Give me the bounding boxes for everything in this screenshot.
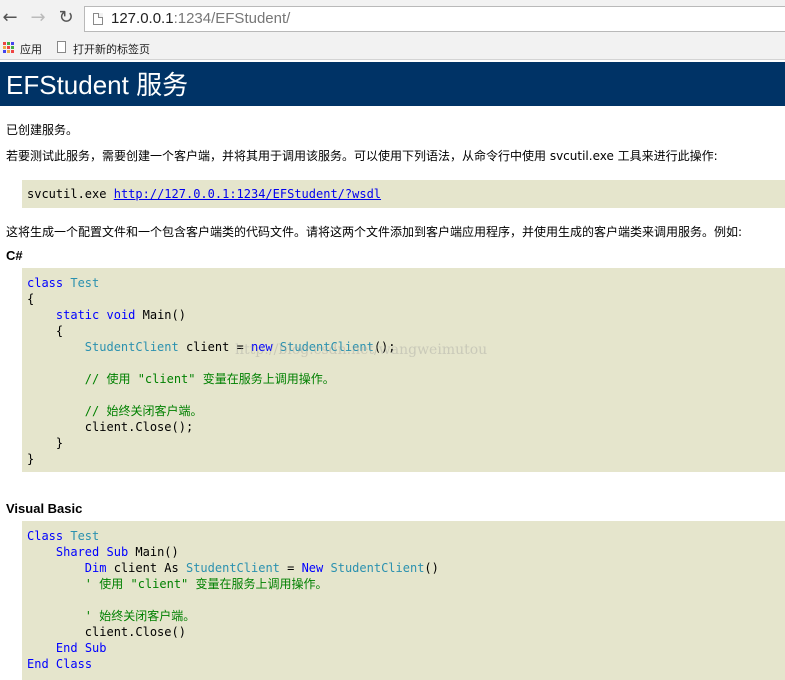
code-line: ' 使用 "client" 变量在服务上调用操作。 xyxy=(27,576,328,592)
code-token: class xyxy=(27,276,64,290)
watermark-text: http://blog.csdn.net/wangweimutou xyxy=(235,342,488,358)
generate-text: 这将生成一个配置文件和一个包含客户端类的代码文件。请将这两个文件添加到客户端应用… xyxy=(6,225,743,239)
code-line: { xyxy=(27,323,63,339)
code-line: class Test xyxy=(27,275,99,291)
code-token: Sub xyxy=(84,641,107,655)
code-token: StudentClient xyxy=(330,561,425,575)
code-line: Shared Sub Main() xyxy=(27,544,179,560)
browser-toolbar: ← → ↻ 127.0.0.1:1234/EFStudent/ xyxy=(0,0,785,36)
code-token: client.Close() xyxy=(27,625,186,639)
reload-icon[interactable]: ↻ xyxy=(56,8,76,28)
address-url[interactable]: 127.0.0.1:1234/EFStudent/ xyxy=(111,10,290,27)
forward-arrow-icon[interactable]: → xyxy=(28,8,48,28)
code-line: End Class xyxy=(27,656,92,672)
page-icon xyxy=(57,41,66,53)
code-token: Class xyxy=(55,657,93,671)
code-token: StudentClient xyxy=(84,340,179,354)
page-header: EFStudent 服务 xyxy=(0,62,785,106)
code-line: static void Main() xyxy=(27,307,186,323)
code-token: StudentClient xyxy=(185,561,280,575)
code-line: client.Close(); xyxy=(27,419,193,435)
bookmark-new-tab[interactable]: 打开新的标签页 xyxy=(73,41,150,57)
svcutil-code-box: svcutil.exe http://127.0.0.1:1234/EFStud… xyxy=(22,180,785,208)
page-icon xyxy=(93,13,103,25)
code-line: { xyxy=(27,291,34,307)
instruction-text: 若要测试此服务，需要创建一个客户端，并将其用于调用该服务。可以使用下列语法，从命… xyxy=(6,149,718,163)
code-line: Class Test xyxy=(27,528,99,544)
code-token: ' 使用 "client" 变量在服务上调用操作。 xyxy=(84,577,328,591)
intro-text: 已创建服务。 xyxy=(6,123,79,137)
code-token: Sub xyxy=(106,545,129,559)
code-token: Main() xyxy=(135,308,186,322)
code-line: // 始终关闭客户端。 xyxy=(27,403,203,419)
code-token: Main() xyxy=(128,545,179,559)
address-bar[interactable]: 127.0.0.1:1234/EFStudent/ xyxy=(84,6,785,32)
back-arrow-icon[interactable]: ← xyxy=(0,8,20,28)
svcutil-command: svcutil.exe xyxy=(27,187,107,201)
code-token: Test xyxy=(70,529,100,543)
csharp-code-block: class Test{ static void Main() { Student… xyxy=(22,268,785,472)
code-token: } xyxy=(27,452,35,466)
code-token: { xyxy=(27,292,35,306)
wsdl-link[interactable]: http://127.0.0.1:1234/EFStudent/?wsdl xyxy=(114,187,381,201)
code-token: // 始终关闭客户端。 xyxy=(84,404,203,418)
code-line: client.Close() xyxy=(27,624,186,640)
code-token: // 使用 "client" 变量在服务上调用操作。 xyxy=(84,372,335,386)
vb-heading: Visual Basic xyxy=(6,501,83,516)
code-token: Dim xyxy=(84,561,107,575)
code-line: Dim client As StudentClient = New Studen… xyxy=(27,560,439,576)
vb-code-block: Class Test Shared Sub Main() Dim client … xyxy=(22,521,785,680)
code-token: void xyxy=(106,308,136,322)
code-line: End Sub xyxy=(27,640,107,656)
code-line: } xyxy=(27,451,34,467)
code-token: Class xyxy=(27,529,64,543)
bookmark-apps[interactable]: 应用 xyxy=(20,41,42,57)
code-token: static xyxy=(55,308,100,322)
code-token: = xyxy=(279,561,302,575)
code-line: ' 始终关闭客户端。 xyxy=(27,608,195,624)
code-token: } xyxy=(27,436,64,450)
code-token: ' 始终关闭客户端。 xyxy=(84,609,196,623)
csharp-heading: C# xyxy=(6,248,23,263)
code-line: // 使用 "client" 变量在服务上调用操作。 xyxy=(27,371,335,387)
code-token: End xyxy=(55,641,78,655)
code-line: } xyxy=(27,435,63,451)
code-token: End xyxy=(27,657,49,671)
code-token: New xyxy=(301,561,324,575)
code-token: Test xyxy=(70,276,100,290)
code-token: client As xyxy=(106,561,186,575)
bookmarks-bar: 应用 打开新的标签页 xyxy=(0,36,785,60)
page-title: EFStudent 服务 xyxy=(6,70,189,100)
code-token: Shared xyxy=(55,545,100,559)
code-token: { xyxy=(27,324,64,338)
code-token: client.Close(); xyxy=(27,420,194,434)
code-token: () xyxy=(424,561,439,575)
apps-grid-icon[interactable] xyxy=(3,42,15,54)
